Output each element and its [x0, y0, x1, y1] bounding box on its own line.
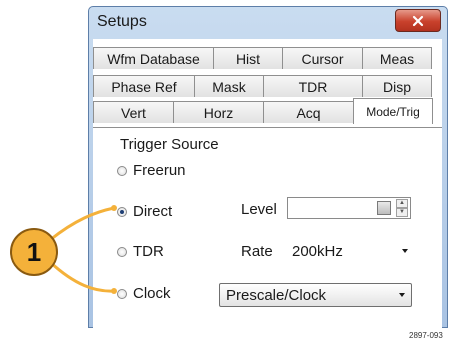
tab-mode-trig[interactable]: Mode/Trig	[353, 98, 433, 124]
figure-id: 2897-093	[409, 331, 443, 340]
callout-leader-lines	[48, 205, 117, 294]
callout-marker: 1	[10, 228, 58, 276]
